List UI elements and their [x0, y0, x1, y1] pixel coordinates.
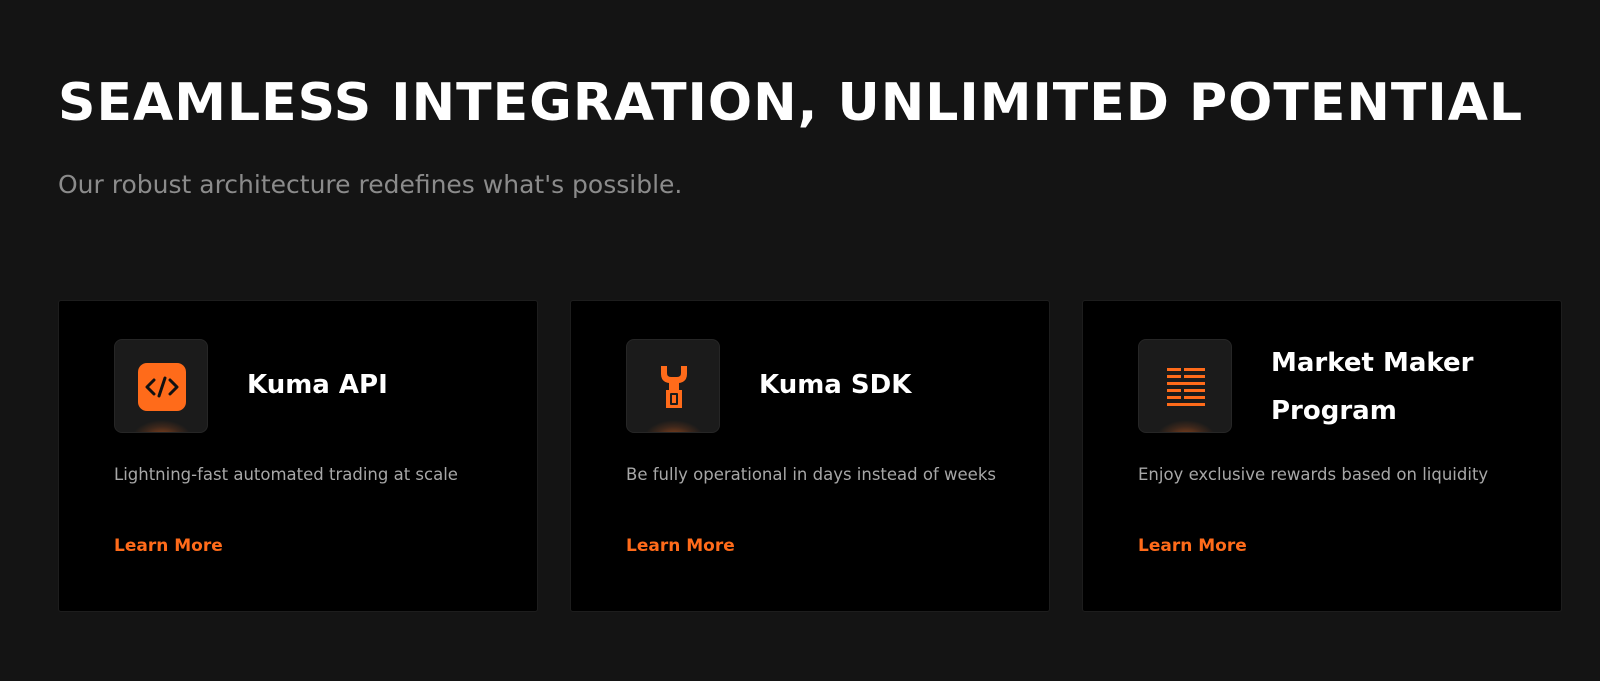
page-title: SEAMLESS INTEGRATION, UNLIMITED POTENTIA… — [58, 73, 1524, 133]
learn-more-link[interactable]: Learn More — [626, 533, 735, 559]
learn-more-link[interactable]: Learn More — [1138, 533, 1247, 559]
card-kuma-sdk: Kuma SDK Be fully operational in days in… — [570, 300, 1050, 612]
learn-more-link[interactable]: Learn More — [114, 533, 223, 559]
card-icon-tile — [1138, 339, 1232, 433]
product-cards: Kuma API Lightning-fast automated tradin… — [58, 300, 1564, 612]
card-description: Be fully operational in days instead of … — [626, 465, 996, 484]
card-description: Lightning-fast automated trading at scal… — [114, 465, 458, 484]
code-icon — [138, 363, 186, 411]
card-icon-tile — [626, 339, 720, 433]
card-description: Enjoy exclusive rewards based on liquidi… — [1138, 465, 1489, 484]
page-subtitle: Our robust architecture redefines what's… — [58, 170, 683, 199]
wrench-icon — [661, 366, 687, 408]
card-title: Kuma SDK — [759, 370, 912, 400]
card-kuma-api: Kuma API Lightning-fast automated tradin… — [58, 300, 538, 612]
card-title: Market Maker Program — [1271, 348, 1474, 426]
card-title: Kuma API — [247, 370, 388, 400]
card-market-maker-program: Market Maker Program Enjoy exclusive rew… — [1082, 300, 1562, 612]
order-book-icon — [1167, 368, 1205, 406]
card-icon-tile — [114, 339, 208, 433]
